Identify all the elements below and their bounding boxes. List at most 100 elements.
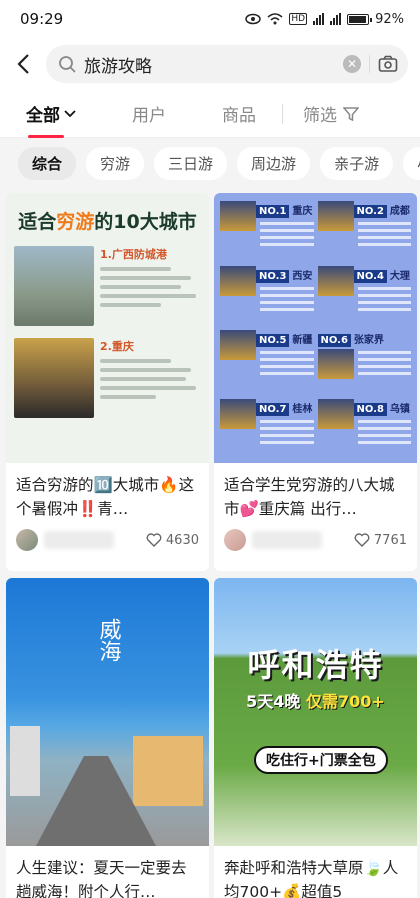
cover-badge: 吃住行+门票全包 <box>254 746 388 774</box>
filter-button[interactable]: 筛选 <box>303 101 359 126</box>
cover-headline-highlight: 穷游 <box>56 211 95 233</box>
author-name-blurred <box>252 531 322 549</box>
note-meta: 4630 <box>6 521 209 559</box>
city-name: 重庆 <box>292 206 313 217</box>
cover-subtitle-duration: 5天4晚 <box>246 692 301 711</box>
like-button[interactable]: 4630 <box>146 533 199 548</box>
note-cover-image[interactable]: NO.1 重庆 NO.2 成都 NO.3 西安 NO.4 大理 NO.5 新疆 NO.6 张… <box>214 193 417 463</box>
chip-family[interactable]: 亲子游 <box>320 146 394 180</box>
city-text <box>260 351 314 375</box>
note-title[interactable]: 适合学生党穷游的八大城市💕重庆篇 出行… <box>214 463 417 521</box>
city-cell: NO.3 西安 <box>220 264 314 325</box>
city-text <box>260 286 314 311</box>
search-input[interactable]: 旅游攻略 ✕ <box>46 45 408 83</box>
clear-icon: ✕ <box>346 57 358 71</box>
chip-comprehensive[interactable]: 综合 <box>18 146 77 180</box>
note-cover-image[interactable]: 威海 <box>6 578 209 846</box>
city-cell: NO.8 乌镇 <box>317 397 411 458</box>
note-card[interactable]: NO.1 重庆 NO.2 成都 NO.3 西安 NO.4 大理 NO.5 新疆 NO.6 张… <box>214 193 417 571</box>
author-name-blurred <box>44 531 114 549</box>
tab-all[interactable]: 全部 <box>26 101 76 138</box>
city-rank: NO.2 <box>353 205 387 218</box>
search-icon <box>59 56 76 73</box>
city-photo <box>317 265 354 296</box>
cover-photo <box>14 338 94 418</box>
cover-text-line <box>100 294 196 298</box>
cover-headline-suffix: 的10大城市 <box>94 211 197 233</box>
tab-users[interactable]: 用户 <box>132 101 166 126</box>
city-cell: NO.6 张家界 <box>317 328 411 393</box>
city-text <box>357 351 411 375</box>
city-photo <box>317 201 354 231</box>
city-text <box>357 419 411 444</box>
city-rank: NO.4 <box>353 269 387 283</box>
city-rank: NO.3 <box>256 269 290 283</box>
search-header: 旅游攻略 ✕ <box>0 38 420 90</box>
city-name: 新疆 <box>292 335 313 346</box>
avatar[interactable] <box>224 529 246 551</box>
cover-text-line <box>100 303 161 307</box>
city-photo <box>317 349 354 379</box>
cover-vertical-text: 威海 <box>95 618 121 662</box>
tab-products[interactable]: 商品 <box>222 101 256 126</box>
camera-icon[interactable] <box>378 55 398 73</box>
cover-section: 1.广西防城港 <box>14 246 201 326</box>
cover-subtitle: 5天4晚 仅需700+ <box>214 688 417 712</box>
note-cover-image[interactable]: 呼和浩特 5天4晚 仅需700+ 吃住行+门票全包 <box>214 578 417 846</box>
cover-text-line <box>100 368 191 372</box>
chip-budget-travel[interactable]: 穷游 <box>86 146 145 180</box>
author[interactable] <box>224 529 322 551</box>
city-text <box>260 222 314 246</box>
cover-text-line <box>100 386 196 390</box>
chip-niche[interactable]: 小众 <box>403 146 420 180</box>
tab-divider <box>282 103 283 124</box>
filter-label: 筛选 <box>303 106 337 126</box>
city-text <box>260 419 314 444</box>
city-cell: NO.5 新疆 <box>220 328 314 393</box>
cover-subtitle-price: 仅需700+ <box>306 692 385 711</box>
cover-photo <box>14 246 94 326</box>
chip-three-day[interactable]: 三日游 <box>154 146 228 180</box>
heart-icon <box>146 533 162 547</box>
cover-headline-prefix: 适合 <box>18 211 57 233</box>
cover-text-line <box>100 285 181 289</box>
note-cover-image[interactable]: 适合穷游的10大城市 1.广西防城港 2.重庆 <box>6 193 209 463</box>
tab-label: 用户 <box>132 106 166 126</box>
cover-text-line <box>100 377 186 381</box>
cover-text-line <box>100 267 171 271</box>
avatar[interactable] <box>16 529 38 551</box>
heart-icon <box>354 533 370 547</box>
chevron-down-icon <box>64 109 76 117</box>
filter-icon <box>343 106 359 121</box>
note-meta: 7761 <box>214 521 417 559</box>
status-time: 09:29 <box>20 10 64 28</box>
cover-text-line <box>100 359 171 363</box>
city-cell: NO.1 重庆 <box>220 199 314 260</box>
cover-headline: 适合穷游的10大城市 <box>14 207 201 234</box>
signal-icon-2 <box>330 13 342 25</box>
status-icons: HD 92% <box>245 12 404 27</box>
back-button[interactable] <box>12 53 34 75</box>
city-rank: NO.5 <box>256 334 290 347</box>
back-icon <box>17 54 29 74</box>
clear-button[interactable]: ✕ <box>343 55 361 73</box>
wifi-icon <box>267 13 283 25</box>
like-count: 4630 <box>165 532 199 548</box>
chip-nearby[interactable]: 周边游 <box>237 146 311 180</box>
city-cell: NO.7 桂林 <box>220 397 314 458</box>
city-name: 西安 <box>292 270 313 282</box>
city-photo <box>317 398 354 429</box>
city-photo <box>220 398 256 429</box>
note-title[interactable]: 奔赴呼和浩特大草原🍃人均700+💰超值5 <box>214 846 417 898</box>
note-title[interactable]: 人生建议：夏天一定要去趟威海！附个人行… <box>6 846 209 898</box>
cover-vertical-title: 威海 <box>74 618 142 673</box>
author[interactable] <box>16 529 114 551</box>
cover-section: 2.重庆 <box>14 338 201 418</box>
note-card[interactable]: 威海 人生建议：夏天一定要去趟威海！附个人行… <box>6 578 209 898</box>
note-card[interactable]: 呼和浩特 5天4晚 仅需700+ 吃住行+门票全包 奔赴呼和浩特大草原🍃人均70… <box>214 578 417 898</box>
like-button[interactable]: 7761 <box>354 533 407 548</box>
note-card[interactable]: 适合穷游的10大城市 1.广西防城港 2.重庆 适合穷游的🔟大城市🔥这个暑假冲‼… <box>6 193 209 571</box>
city-rank: NO.1 <box>256 205 290 218</box>
filter-chips: 综合 穷游 三日游 周边游 亲子游 小众 <box>0 138 420 188</box>
note-title[interactable]: 适合穷游的🔟大城市🔥这个暑假冲‼️青… <box>6 463 209 521</box>
